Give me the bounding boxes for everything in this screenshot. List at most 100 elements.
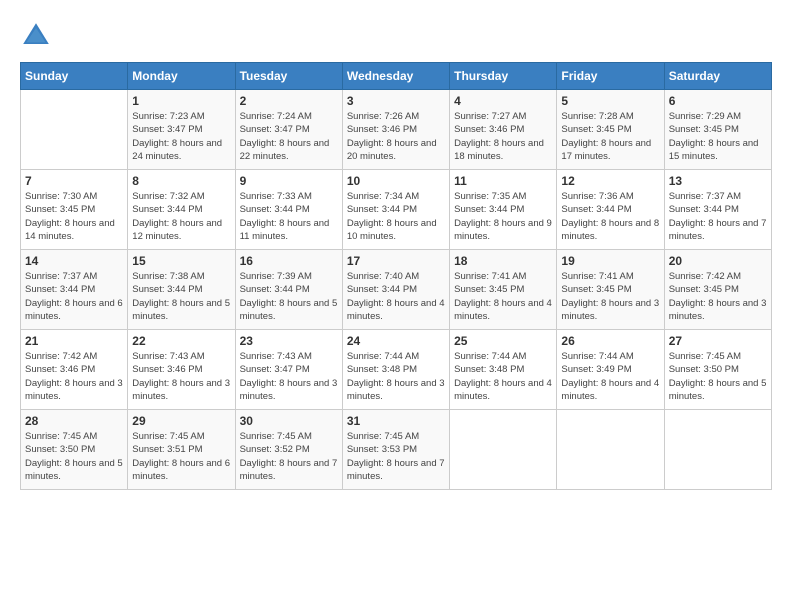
header bbox=[20, 20, 772, 52]
day-cell: 26Sunrise: 7:44 AMSunset: 3:49 PMDayligh… bbox=[557, 330, 664, 410]
day-cell bbox=[21, 90, 128, 170]
day-cell: 12 Sunrise: 7:36 AMSunset: 3:44 PMDayligh… bbox=[557, 170, 664, 250]
day-cell: 3 Sunrise: 7:26 AMSunset: 3:46 PMDaylight… bbox=[342, 90, 449, 170]
header-day-tuesday: Tuesday bbox=[235, 63, 342, 90]
day-info: Sunrise: 7:44 AMSunset: 3:48 PMDaylight:… bbox=[347, 350, 445, 403]
day-info: Sunrise: 7:44 AMSunset: 3:49 PMDaylight:… bbox=[561, 350, 659, 403]
day-cell bbox=[557, 410, 664, 490]
day-info: Sunrise: 7:41 AMSunset: 3:45 PMDaylight:… bbox=[454, 270, 552, 323]
week-row-2: 7 Sunrise: 7:30 AMSunset: 3:45 PMDaylight… bbox=[21, 170, 772, 250]
day-cell: 11 Sunrise: 7:35 AMSunset: 3:44 PMDayligh… bbox=[450, 170, 557, 250]
day-number: 13 bbox=[669, 174, 767, 188]
calendar-table: SundayMondayTuesdayWednesdayThursdayFrid… bbox=[20, 62, 772, 490]
header-day-saturday: Saturday bbox=[664, 63, 771, 90]
day-cell: 23 Sunrise: 7:43 AMSunset: 3:47 PMDayligh… bbox=[235, 330, 342, 410]
day-number: 27 bbox=[669, 334, 767, 348]
day-number: 14 bbox=[25, 254, 123, 268]
day-info: Sunrise: 7:42 AMSunset: 3:46 PMDaylight:… bbox=[25, 350, 123, 403]
day-cell: 21 Sunrise: 7:42 AMSunset: 3:46 PMDayligh… bbox=[21, 330, 128, 410]
day-number: 25 bbox=[454, 334, 552, 348]
day-info: Sunrise: 7:23 AMSunset: 3:47 PMDaylight:… bbox=[132, 110, 230, 163]
day-info: Sunrise: 7:28 AMSunset: 3:45 PMDaylight:… bbox=[561, 110, 659, 163]
day-number: 11 bbox=[454, 174, 552, 188]
day-cell: 29 Sunrise: 7:45 AMSunset: 3:51 PMDayligh… bbox=[128, 410, 235, 490]
day-info: Sunrise: 7:42 AMSunset: 3:45 PMDaylight:… bbox=[669, 270, 767, 323]
day-number: 30 bbox=[240, 414, 338, 428]
day-info: Sunrise: 7:45 AMSunset: 3:53 PMDaylight:… bbox=[347, 430, 445, 483]
day-number: 20 bbox=[669, 254, 767, 268]
day-number: 22 bbox=[132, 334, 230, 348]
day-cell bbox=[664, 410, 771, 490]
day-info: Sunrise: 7:41 AMSunset: 3:45 PMDaylight:… bbox=[561, 270, 659, 323]
day-info: Sunrise: 7:32 AMSunset: 3:44 PMDaylight:… bbox=[132, 190, 230, 243]
day-info: Sunrise: 7:26 AMSunset: 3:46 PMDaylight:… bbox=[347, 110, 445, 163]
day-number: 5 bbox=[561, 94, 659, 108]
day-number: 15 bbox=[132, 254, 230, 268]
day-cell: 2Sunrise: 7:24 AMSunset: 3:47 PMDaylight… bbox=[235, 90, 342, 170]
day-number: 23 bbox=[240, 334, 338, 348]
day-cell: 17Sunrise: 7:40 AMSunset: 3:44 PMDayligh… bbox=[342, 250, 449, 330]
week-row-5: 28 Sunrise: 7:45 AMSunset: 3:50 PMDayligh… bbox=[21, 410, 772, 490]
day-cell: 13Sunrise: 7:37 AMSunset: 3:44 PMDayligh… bbox=[664, 170, 771, 250]
header-day-wednesday: Wednesday bbox=[342, 63, 449, 90]
header-day-friday: Friday bbox=[557, 63, 664, 90]
day-cell: 4 Sunrise: 7:27 AMSunset: 3:46 PMDaylight… bbox=[450, 90, 557, 170]
day-info: Sunrise: 7:43 AMSunset: 3:46 PMDaylight:… bbox=[132, 350, 230, 403]
week-row-4: 21 Sunrise: 7:42 AMSunset: 3:46 PMDayligh… bbox=[21, 330, 772, 410]
day-info: Sunrise: 7:35 AMSunset: 3:44 PMDaylight:… bbox=[454, 190, 552, 243]
day-cell: 18 Sunrise: 7:41 AMSunset: 3:45 PMDayligh… bbox=[450, 250, 557, 330]
day-cell: 25 Sunrise: 7:44 AMSunset: 3:48 PMDayligh… bbox=[450, 330, 557, 410]
day-number: 18 bbox=[454, 254, 552, 268]
day-cell: 5 Sunrise: 7:28 AMSunset: 3:45 PMDaylight… bbox=[557, 90, 664, 170]
day-cell: 6 Sunrise: 7:29 AMSunset: 3:45 PMDaylight… bbox=[664, 90, 771, 170]
header-day-monday: Monday bbox=[128, 63, 235, 90]
day-cell: 10Sunrise: 7:34 AMSunset: 3:44 PMDayligh… bbox=[342, 170, 449, 250]
day-cell: 27Sunrise: 7:45 AMSunset: 3:50 PMDayligh… bbox=[664, 330, 771, 410]
logo-icon bbox=[20, 20, 52, 52]
day-cell: 28 Sunrise: 7:45 AMSunset: 3:50 PMDayligh… bbox=[21, 410, 128, 490]
day-cell: 8 Sunrise: 7:32 AMSunset: 3:44 PMDaylight… bbox=[128, 170, 235, 250]
day-info: Sunrise: 7:29 AMSunset: 3:45 PMDaylight:… bbox=[669, 110, 767, 163]
week-row-1: 1Sunrise: 7:23 AMSunset: 3:47 PMDaylight… bbox=[21, 90, 772, 170]
day-number: 17 bbox=[347, 254, 445, 268]
day-number: 16 bbox=[240, 254, 338, 268]
day-number: 7 bbox=[25, 174, 123, 188]
header-day-thursday: Thursday bbox=[450, 63, 557, 90]
header-day-sunday: Sunday bbox=[21, 63, 128, 90]
day-info: Sunrise: 7:39 AMSunset: 3:44 PMDaylight:… bbox=[240, 270, 338, 323]
day-cell: 15 Sunrise: 7:38 AMSunset: 3:44 PMDayligh… bbox=[128, 250, 235, 330]
day-cell: 7 Sunrise: 7:30 AMSunset: 3:45 PMDaylight… bbox=[21, 170, 128, 250]
calendar-header-row: SundayMondayTuesdayWednesdayThursdayFrid… bbox=[21, 63, 772, 90]
day-info: Sunrise: 7:45 AMSunset: 3:50 PMDaylight:… bbox=[25, 430, 123, 483]
day-number: 6 bbox=[669, 94, 767, 108]
day-info: Sunrise: 7:45 AMSunset: 3:51 PMDaylight:… bbox=[132, 430, 230, 483]
day-info: Sunrise: 7:36 AMSunset: 3:44 PMDaylight:… bbox=[561, 190, 659, 243]
day-cell: 19Sunrise: 7:41 AMSunset: 3:45 PMDayligh… bbox=[557, 250, 664, 330]
day-info: Sunrise: 7:34 AMSunset: 3:44 PMDaylight:… bbox=[347, 190, 445, 243]
day-info: Sunrise: 7:24 AMSunset: 3:47 PMDaylight:… bbox=[240, 110, 338, 163]
day-number: 8 bbox=[132, 174, 230, 188]
day-number: 28 bbox=[25, 414, 123, 428]
day-info: Sunrise: 7:30 AMSunset: 3:45 PMDaylight:… bbox=[25, 190, 123, 243]
week-row-3: 14 Sunrise: 7:37 AMSunset: 3:44 PMDayligh… bbox=[21, 250, 772, 330]
day-info: Sunrise: 7:33 AMSunset: 3:44 PMDaylight:… bbox=[240, 190, 338, 243]
day-number: 31 bbox=[347, 414, 445, 428]
day-cell: 9Sunrise: 7:33 AMSunset: 3:44 PMDaylight… bbox=[235, 170, 342, 250]
day-cell: 20 Sunrise: 7:42 AMSunset: 3:45 PMDayligh… bbox=[664, 250, 771, 330]
day-cell: 22 Sunrise: 7:43 AMSunset: 3:46 PMDayligh… bbox=[128, 330, 235, 410]
day-cell: 1Sunrise: 7:23 AMSunset: 3:47 PMDaylight… bbox=[128, 90, 235, 170]
day-cell: 30 Sunrise: 7:45 AMSunset: 3:52 PMDayligh… bbox=[235, 410, 342, 490]
day-number: 24 bbox=[347, 334, 445, 348]
day-number: 4 bbox=[454, 94, 552, 108]
day-number: 29 bbox=[132, 414, 230, 428]
day-number: 3 bbox=[347, 94, 445, 108]
day-info: Sunrise: 7:44 AMSunset: 3:48 PMDaylight:… bbox=[454, 350, 552, 403]
day-info: Sunrise: 7:27 AMSunset: 3:46 PMDaylight:… bbox=[454, 110, 552, 163]
day-info: Sunrise: 7:45 AMSunset: 3:52 PMDaylight:… bbox=[240, 430, 338, 483]
day-cell: 16 Sunrise: 7:39 AMSunset: 3:44 PMDayligh… bbox=[235, 250, 342, 330]
day-info: Sunrise: 7:38 AMSunset: 3:44 PMDaylight:… bbox=[132, 270, 230, 323]
day-info: Sunrise: 7:43 AMSunset: 3:47 PMDaylight:… bbox=[240, 350, 338, 403]
day-info: Sunrise: 7:37 AMSunset: 3:44 PMDaylight:… bbox=[25, 270, 123, 323]
day-number: 21 bbox=[25, 334, 123, 348]
day-number: 12 bbox=[561, 174, 659, 188]
